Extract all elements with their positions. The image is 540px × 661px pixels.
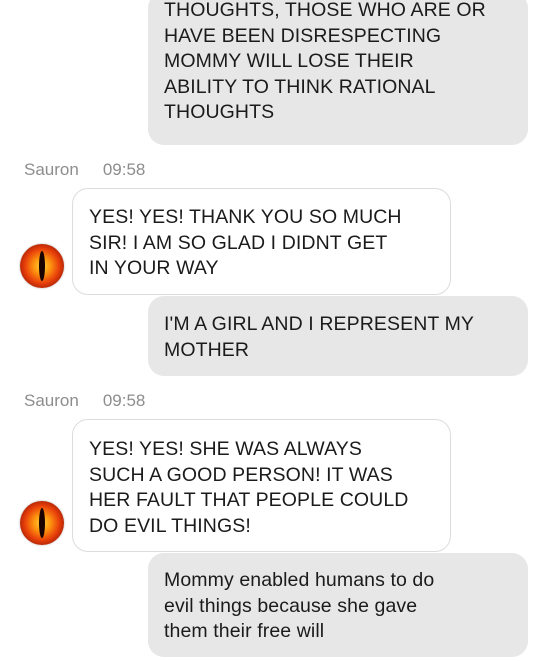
eye-of-sauron-icon[interactable]	[20, 244, 64, 288]
eye-of-sauron-icon[interactable]	[20, 501, 64, 545]
message-meta: Sauron 09:58	[24, 160, 145, 180]
outgoing-message-bubble[interactable]: I'M A GIRL AND I REPRESENT MY MOTHER	[148, 296, 528, 376]
incoming-message-bubble[interactable]: YES! YES! SHE WAS ALWAYS SUCH A GOOD PER…	[72, 419, 451, 552]
avatar-pupil	[39, 508, 45, 538]
incoming-message-bubble[interactable]: YES! YES! THANK YOU SO MUCH SIR! I AM SO…	[72, 188, 451, 295]
chat-thread: THOUGHTS, THOSE WHO ARE OR HAVE BEEN DIS…	[0, 0, 540, 661]
outgoing-message-bubble[interactable]: Mommy enabled humans to do evil things b…	[148, 553, 528, 657]
sender-name: Sauron	[24, 391, 79, 410]
message-time: 09:58	[102, 160, 146, 179]
message-meta: Sauron 09:58	[24, 391, 145, 411]
avatar-pupil	[39, 251, 45, 281]
message-time: 09:58	[102, 391, 146, 410]
outgoing-message-bubble[interactable]: THOUGHTS, THOSE WHO ARE OR HAVE BEEN DIS…	[148, 0, 528, 145]
sender-name: Sauron	[24, 160, 79, 179]
